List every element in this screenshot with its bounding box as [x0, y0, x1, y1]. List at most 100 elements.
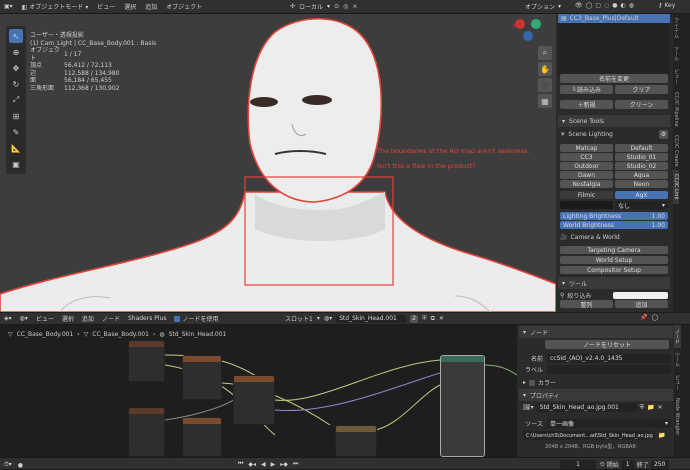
list-item[interactable]: ▤ CC3_Base_Plus|Default [558, 14, 670, 23]
lighting-studio02-button[interactable]: Studio_02 [615, 162, 668, 170]
start-frame-field[interactable]: 1 [620, 460, 635, 469]
world-setup-button[interactable]: World Setup [560, 256, 668, 264]
color-toggle[interactable]: ▸ カラー [523, 378, 556, 387]
node-editor-type-icon[interactable]: ◈▾ [4, 315, 12, 322]
tab-cc-create[interactable]: CC/iC Create [673, 131, 679, 171]
visibility-icon[interactable]: 👁 [575, 2, 583, 9]
options-dropdown[interactable]: オプション [525, 2, 555, 11]
scene-tools-header[interactable]: ▾ Scene Tools [558, 115, 670, 127]
group-node[interactable] [440, 355, 485, 457]
node-canvas[interactable]: ▽ CC_Base_Body.001 › ▽ CC_Base_Body.001 … [0, 325, 517, 457]
ortho-toggle-icon[interactable]: ▦ [538, 94, 552, 108]
shader-node[interactable] [182, 417, 222, 457]
play-reverse-icon[interactable]: ◀ [261, 461, 266, 468]
unlink-icon[interactable]: ✕ [439, 315, 444, 322]
load-button[interactable]: ⇩ 読み込み [560, 85, 613, 94]
rename-button[interactable]: 名前を変更 [560, 74, 668, 83]
editor-type-icon[interactable]: ▣▾ [4, 3, 13, 10]
measure-tool-icon[interactable]: 📐 [9, 141, 23, 155]
new-button[interactable]: ＋ 新規 [560, 100, 613, 109]
lighting-cc3-button[interactable]: CC3 [560, 153, 613, 161]
align-button[interactable]: 整列 [560, 300, 613, 308]
add-button[interactable]: 追加 [615, 300, 668, 308]
shader-node[interactable] [182, 355, 222, 400]
select-tool-icon[interactable]: ↖ [9, 29, 23, 43]
current-frame-field[interactable]: 1 [560, 460, 596, 469]
tab-item[interactable]: アイテム [673, 14, 680, 42]
lighting-outdoor-button[interactable]: Outdoor [560, 162, 613, 170]
play-icon[interactable]: ▶ [271, 461, 276, 468]
shader-node[interactable] [128, 340, 165, 382]
lighting-nostalgia-button[interactable]: Nostalgia [560, 180, 613, 188]
prev-key-icon[interactable]: ◆◂ [248, 461, 256, 468]
lighting-neon-button[interactable]: Neon [615, 180, 668, 188]
user-count[interactable]: 2 [410, 314, 419, 323]
node-menu-add[interactable]: 追加 [82, 314, 94, 323]
filter-input[interactable] [613, 292, 668, 299]
open-image-icon[interactable]: 📁 [647, 404, 654, 411]
timeline-editor-icon[interactable]: ⏱▾ [4, 461, 12, 469]
mode-dropdown[interactable]: ◧ オブジェクトモード ▾ [22, 2, 89, 11]
shaders-plus-menu[interactable]: Shaders Plus [128, 315, 167, 322]
keying-set[interactable]: ⚷ Key [658, 2, 675, 9]
tab-tool[interactable]: ツール [673, 42, 680, 65]
targeting-camera-button[interactable]: Targeting Camera [560, 246, 668, 254]
lighting-default-button[interactable]: Default [615, 144, 668, 152]
render-icon[interactable]: ◍ [629, 2, 634, 9]
annotate-tool-icon[interactable]: ✎ [9, 125, 23, 139]
shader-node[interactable] [233, 375, 275, 425]
tab-cc-link[interactable]: CC/iC Link [673, 170, 679, 204]
filepath-field[interactable]: C:\Users\chS\Document...ad\Std_Skin_Head… [523, 431, 655, 440]
node-menu-select[interactable]: 選択 [62, 314, 74, 323]
menu-view[interactable]: ビュー [97, 2, 115, 11]
move-tool-icon[interactable]: ✥ [9, 61, 23, 75]
next-key-icon[interactable]: ▸◆ [280, 461, 288, 468]
menu-object[interactable]: オブジェクト [166, 2, 202, 11]
duplicate-icon[interactable]: ⧉ [431, 315, 435, 323]
pivot-icon[interactable]: ⨯ [352, 3, 357, 10]
source-dropdown[interactable]: 単一画像 ▾ [547, 419, 671, 428]
slot-dropdown[interactable]: スロット1 [285, 314, 313, 323]
shader-node[interactable] [128, 407, 165, 457]
snap-icon[interactable]: ⊙ [334, 3, 339, 10]
lighting-settings-icon[interactable]: ⚙ [659, 130, 668, 139]
compositor-setup-button[interactable]: Compositor Setup [560, 266, 668, 274]
add-cube-tool-icon[interactable]: ▣ [9, 157, 23, 171]
unlink-image-icon[interactable]: ✕ [658, 404, 663, 411]
transform-tool-icon[interactable]: ⊞ [9, 109, 23, 123]
shader-type-icon[interactable]: ◍▾ [20, 315, 28, 322]
material-browse-icon[interactable]: ◍▾ [324, 315, 332, 322]
wireframe-icon[interactable]: ◌ [604, 2, 609, 9]
transform-space[interactable]: ✣ ローカル ▾ ⊙ ◎ ⨯ [290, 2, 357, 11]
clear-button[interactable]: クリア [615, 85, 668, 94]
end-frame-field[interactable]: 250 [650, 460, 669, 469]
tab-node-tool[interactable]: ツール [674, 348, 681, 371]
lighting-studio01-button[interactable]: Studio_01 [615, 153, 668, 161]
tool-panel-header[interactable]: ▾ ツール [558, 277, 670, 289]
look-dropdown[interactable]: なし ▾ [615, 201, 668, 209]
lighting-matcap-button[interactable]: Matcap [560, 144, 613, 152]
overlay-toggle-icon[interactable]: ◯ [651, 314, 658, 321]
tab-cc-pipeline[interactable]: CC/iC Pipeline [673, 88, 679, 131]
tab-node[interactable]: ノード [674, 325, 681, 348]
agx-button[interactable]: AgX [615, 191, 668, 199]
node-label-field[interactable] [547, 365, 671, 374]
fake-user-icon[interactable]: ⛨ [422, 315, 427, 323]
camera-view-icon[interactable]: 🎥 [538, 78, 552, 92]
cursor-tool-icon[interactable]: ⊕ [9, 45, 23, 59]
image-icon[interactable]: 🖼▾ [523, 404, 534, 411]
tab-node-wrangler[interactable]: Node Wrangler [674, 394, 680, 439]
zoom-icon[interactable]: ⌕ [538, 46, 552, 60]
clean-button[interactable]: クリーン [615, 100, 668, 109]
tab-node-view[interactable]: ビュー [674, 371, 681, 394]
menu-select[interactable]: 選択 [124, 2, 136, 11]
pan-icon[interactable]: ✋ [538, 62, 552, 76]
3d-viewport[interactable]: Y ユーザー・透視投影 (1) Cam_Light | CC_Base_Body… [0, 14, 556, 312]
world-brightness-slider[interactable]: World Brightness 1.00 [560, 221, 668, 229]
tab-view[interactable]: ビュー [673, 65, 680, 88]
reset-node-button[interactable]: ノードをリセット [545, 340, 669, 349]
shader-node[interactable] [335, 425, 377, 457]
proportional-icon[interactable]: ◎ [343, 3, 348, 10]
use-nodes-toggle[interactable]: ノードを使用 [174, 314, 218, 323]
scale-tool-icon[interactable]: ⤢ [9, 93, 23, 107]
